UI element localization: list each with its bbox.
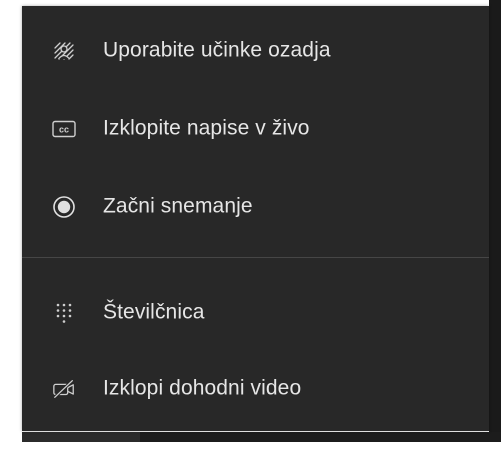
background-panel-edge (489, 0, 501, 440)
menu-item-label: Začni snemanje (103, 194, 253, 218)
menu-item-label: Izklopi dohodni video (103, 376, 302, 400)
record-icon (52, 195, 76, 219)
menu-item-label: Izklopite napise v živo (103, 116, 310, 140)
dialpad-icon (52, 301, 76, 325)
background-bottom-bar-dark (140, 432, 501, 442)
menu-item-incoming-video-off[interactable]: Izklopi dohodni video (22, 354, 489, 424)
svg-text:cc: cc (59, 125, 69, 135)
background-bottom-bar (22, 432, 501, 442)
menu-item-label: Številčnica (103, 300, 205, 324)
background-effects-icon (52, 39, 76, 63)
more-actions-menu: Uporabite učinke ozadja cc Izklopite nap… (22, 6, 489, 431)
menu-item-start-recording[interactable]: Začni snemanje (22, 172, 489, 242)
menu-item-label: Uporabite učinke ozadja (103, 38, 331, 62)
menu-item-background-effects[interactable]: Uporabite učinke ozadja (22, 16, 489, 86)
video-off-icon (52, 377, 76, 401)
menu-divider (22, 257, 489, 258)
menu-item-live-captions[interactable]: cc Izklopite napise v živo (22, 94, 489, 164)
menu-item-dialpad[interactable]: Številčnica (22, 278, 489, 348)
closed-captions-icon: cc (52, 117, 76, 141)
